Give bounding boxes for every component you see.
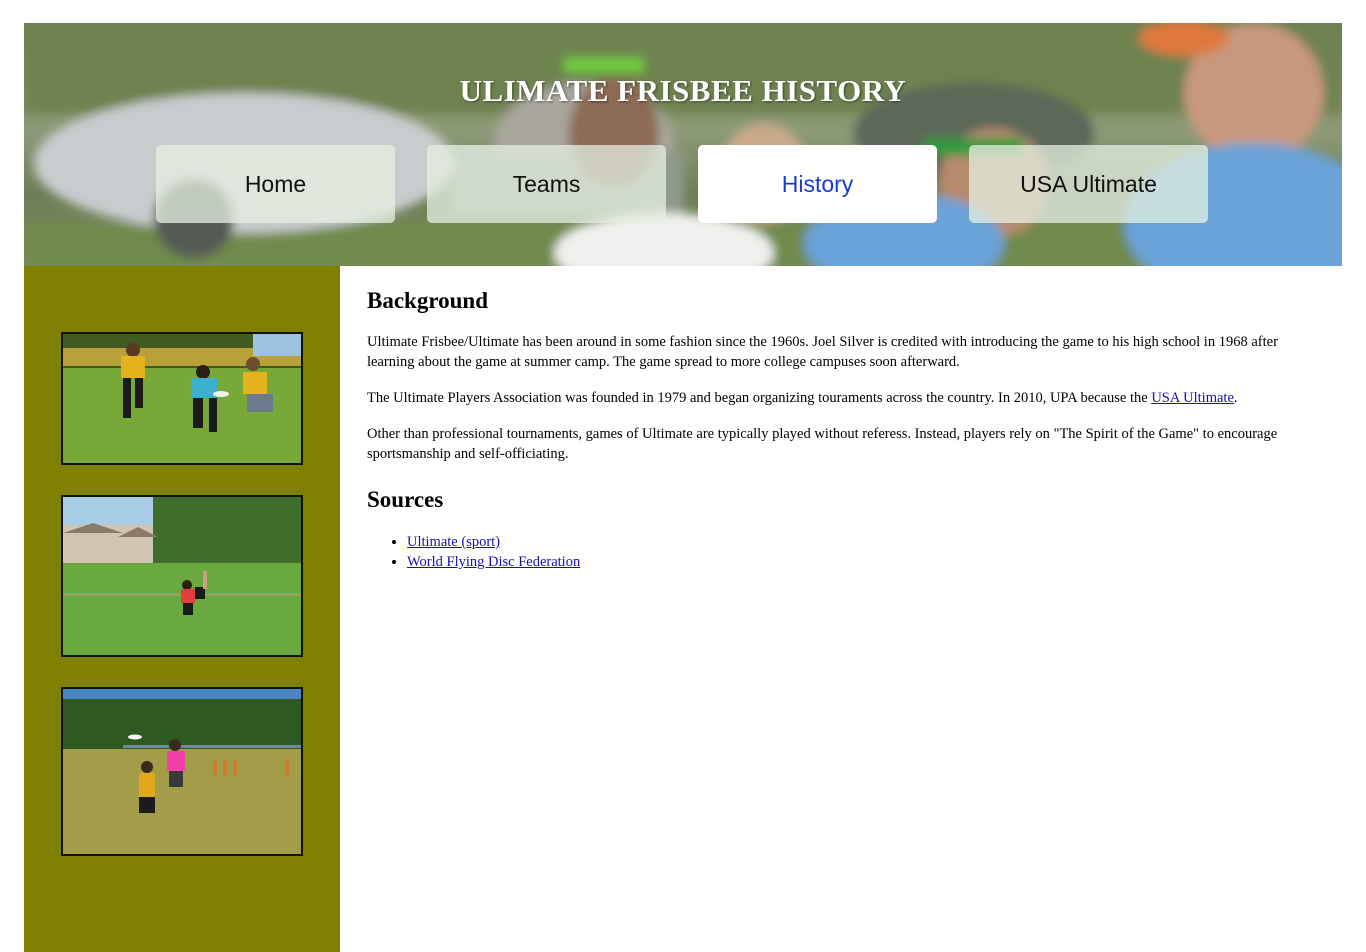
paragraph-upa: The Ultimate Players Association was fou…	[367, 388, 1307, 408]
sources-heading: Sources	[367, 487, 444, 512]
site-title: ULIMATE FRISBEE HISTORY	[459, 73, 907, 108]
photo-player-catching-field-image	[63, 497, 301, 655]
sources-list: Ultimate (sport) World Flying Disc Feder…	[367, 532, 580, 572]
background-heading: Background	[367, 288, 489, 313]
list-item: Ultimate (sport)	[407, 532, 580, 552]
photo-players-defending-image	[63, 334, 301, 463]
nav-history[interactable]: History	[698, 145, 937, 223]
photo-player-catching-field	[61, 495, 303, 657]
source-link-wfdf[interactable]: World Flying Disc Federation	[407, 554, 580, 570]
header-banner: ULIMATE FRISBEE HISTORY Home Teams Histo…	[24, 23, 1342, 266]
nav-teams[interactable]: Teams	[427, 145, 666, 223]
list-item: World Flying Disc Federation	[407, 552, 580, 572]
sidebar	[24, 266, 340, 952]
photo-players-jumping	[61, 687, 303, 856]
usa-ultimate-link[interactable]: USA Ultimate	[1151, 390, 1234, 406]
paragraph-upa-end: .	[1233, 390, 1238, 406]
paragraph-upa-text: The Ultimate Players Association was fou…	[367, 390, 1152, 406]
nav-home[interactable]: Home	[156, 145, 395, 223]
page: ULIMATE FRISBEE HISTORY Home Teams Histo…	[24, 23, 1342, 952]
source-link-ultimate-sport[interactable]: Ultimate (sport)	[407, 534, 500, 550]
paragraph-history-origin: Ultimate Frisbee/Ultimate has been aroun…	[367, 334, 1278, 370]
main-nav: Home Teams History USA Ultimate	[156, 145, 1208, 223]
photo-players-jumping-image	[63, 689, 301, 854]
nav-usa-ultimate[interactable]: USA Ultimate	[969, 145, 1208, 223]
paragraph-spirit-of-game: Other than professional tournaments, gam…	[367, 426, 1278, 462]
photo-players-defending	[61, 332, 303, 465]
